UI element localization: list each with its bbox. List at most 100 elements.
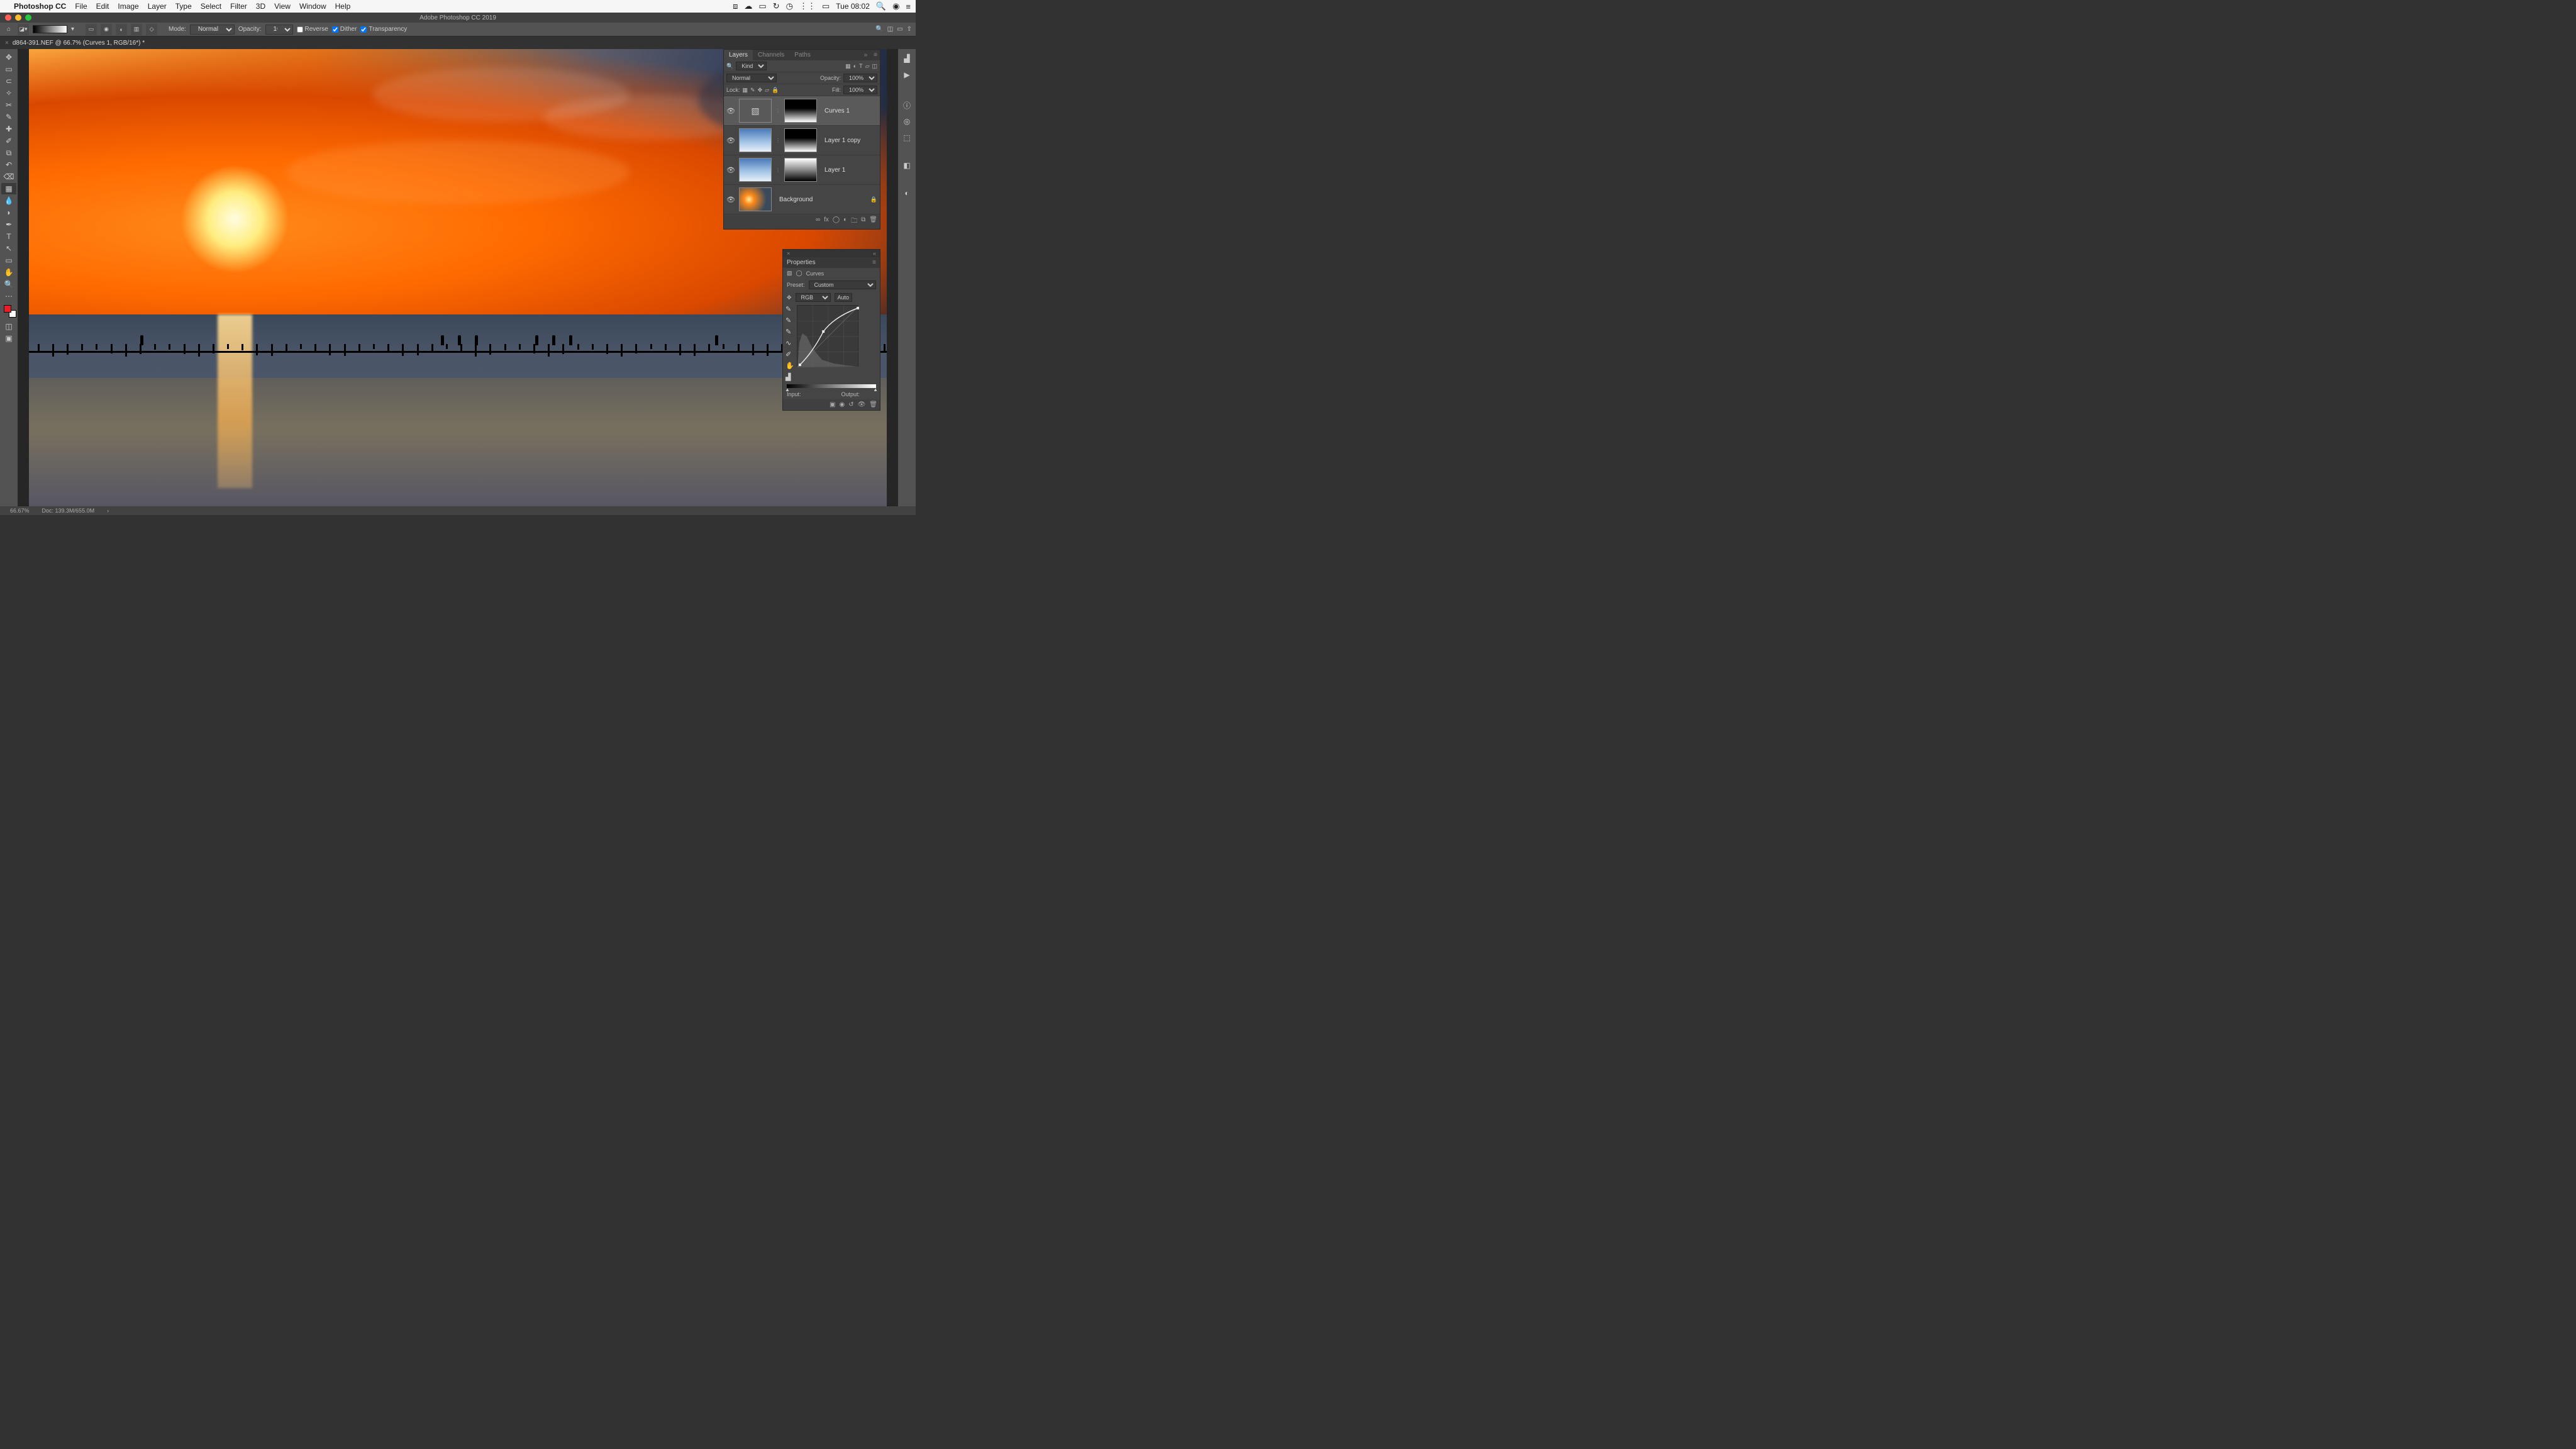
strip-swatches-icon[interactable]: ⬚ [901,132,913,143]
layer-row[interactable]: 👁⋮Layer 1 [724,155,880,185]
curve-hand-icon[interactable]: ✋ [786,362,794,370]
gradient-linear[interactable]: ▭ [86,24,97,35]
strip-color-icon[interactable]: ◎ [901,116,913,127]
canvas[interactable]: Layers Channels Paths » ≡ 🔍Kind ▦ ◐ T ▱ … [18,49,898,506]
tool-edit-toolbar[interactable]: ⋯ [1,291,16,302]
layer-thumbnail[interactable] [739,187,772,211]
gradient-dropdown-icon[interactable]: ▾ [71,26,74,33]
transparency-check[interactable]: Transparency [360,26,407,33]
delete-adj-icon[interactable]: 🗑 [869,401,877,408]
lock-transparency-icon[interactable]: ▦ [743,87,748,94]
airplay-icon[interactable]: ▭ [758,1,766,11]
layer-name[interactable]: Layer 1 copy [824,137,860,144]
curve-smooth-icon[interactable]: ∿ [786,339,794,348]
tool-hand[interactable]: ✋ [1,267,16,278]
layer-visibility-icon[interactable]: 👁 [726,166,735,174]
sync-icon[interactable]: ↻ [773,1,780,11]
layer-thumbnail[interactable] [739,128,772,152]
layer-visibility-icon[interactable]: 👁 [726,136,735,145]
tool-crop[interactable]: ✂ [1,99,16,111]
quick-mask[interactable]: ◫ [1,321,16,332]
tool-brush[interactable]: ✐ [1,135,16,147]
filter-type-icon[interactable]: T [859,63,863,69]
layer-fill[interactable]: 100% [843,86,877,94]
tool-eyedropper[interactable]: ✎ [1,111,16,123]
traffic-maximize[interactable] [25,14,31,21]
layer-row[interactable]: 👁Background🔒 [724,185,880,214]
layer-visibility-icon[interactable]: 👁 [726,196,735,204]
reverse-check[interactable]: Reverse [297,26,328,33]
sample-sub-icon[interactable]: ✎ [786,328,794,336]
layer-visibility-icon[interactable]: 👁 [726,107,735,115]
channel-select[interactable]: RGB [796,293,831,302]
layer-name[interactable]: Curves 1 [824,108,850,114]
layer-thumbnail[interactable]: ▧ [739,99,772,123]
tool-marquee[interactable]: ▭ [1,64,16,75]
menu-3d[interactable]: 3D [256,2,265,11]
tool-type[interactable]: T [1,231,16,242]
tab-paths[interactable]: Paths [789,50,816,60]
tool-path-select[interactable]: ↖ [1,243,16,254]
tab-close-icon[interactable]: × [5,40,9,47]
toggle-vis-icon[interactable]: 👁 [858,401,866,408]
battery-icon[interactable]: ▭ [822,1,830,11]
strip-histogram-icon[interactable]: ▟ [901,53,913,64]
delete-layer-icon[interactable]: 🗑 [869,216,877,227]
layer-name[interactable]: Background [779,196,813,203]
menu-type[interactable]: Type [175,2,192,11]
panel-collapse-icon[interactable]: » [860,50,872,60]
menu-view[interactable]: View [274,2,291,11]
workspace-icon[interactable]: ▭ [897,26,902,33]
lock-pixels-icon[interactable]: ✎ [750,87,755,94]
layer-name[interactable]: Layer 1 [824,167,845,174]
layer-opacity[interactable]: 100% [843,74,877,82]
tool-pen[interactable]: ✒ [1,219,16,230]
gradient-diamond[interactable]: ◇ [146,24,157,35]
screen-mode[interactable]: ▣ [1,333,16,344]
lock-position-icon[interactable]: ✥ [758,87,763,94]
strip-adjustments-icon[interactable]: ◐ [901,187,913,199]
traffic-minimize[interactable] [15,14,21,21]
props-menu-icon[interactable]: ≡ [872,259,876,266]
menubar-clock[interactable]: Tue 08:02 [836,2,870,11]
siri-icon[interactable]: ◉ [892,1,899,11]
panel-menu-icon[interactable]: ≡ [871,50,880,60]
opacity-select[interactable]: 100% [265,25,293,35]
menu-window[interactable]: Window [299,2,326,11]
curve-pencil-icon[interactable]: ✐ [786,350,794,359]
props-collapse-icon[interactable]: « [869,250,880,257]
add-adjustment-icon[interactable]: ◐ [843,216,847,227]
tool-move[interactable]: ✥ [1,52,16,63]
link-layers-icon[interactable]: ∞ [816,216,820,227]
curve-histo-icon[interactable]: ▟ [786,373,794,382]
filter-kind[interactable]: Kind [736,62,767,70]
gradient-radial[interactable]: ◉ [101,24,112,35]
fx-icon[interactable]: fx [824,216,829,227]
color-swatches[interactable] [4,305,14,315]
filter-smart-icon[interactable]: ◫ [872,63,877,70]
gradient-angle[interactable]: ◐ [116,24,127,35]
dropbox-icon[interactable]: ⧈ [733,1,738,11]
preset-select[interactable]: Custom [809,280,876,289]
gradient-preview[interactable] [33,25,67,33]
cloud-icon[interactable]: ☁ [744,1,752,11]
layer-mask-thumbnail[interactable] [784,99,817,123]
reset-icon[interactable]: ↺ [848,401,853,408]
strip-actions-icon[interactable]: ▶ [901,69,913,80]
wifi-icon[interactable]: ⋮⋮ [799,1,816,11]
sample-set-icon[interactable]: ✎ [786,305,794,314]
strip-info-icon[interactable]: ⓘ [901,99,913,111]
dither-check[interactable]: Dither [332,26,357,33]
tab-layers[interactable]: Layers [724,50,753,60]
menu-file[interactable]: File [75,2,87,11]
tool-history-brush[interactable]: ↶ [1,159,16,170]
menu-image[interactable]: Image [118,2,138,11]
lock-artboard-icon[interactable]: ▱ [765,87,769,94]
tab-channels[interactable]: Channels [753,50,789,60]
tool-lasso[interactable]: ⊂ [1,75,16,87]
menu-layer[interactable]: Layer [148,2,167,11]
mode-select[interactable]: Normal [190,25,235,35]
sample-add-icon[interactable]: ✎ [786,316,794,325]
tool-quick-select[interactable]: ✧ [1,87,16,99]
document-tab[interactable]: × d864-391.NEF @ 66.7% (Curves 1, RGB/16… [0,38,150,48]
